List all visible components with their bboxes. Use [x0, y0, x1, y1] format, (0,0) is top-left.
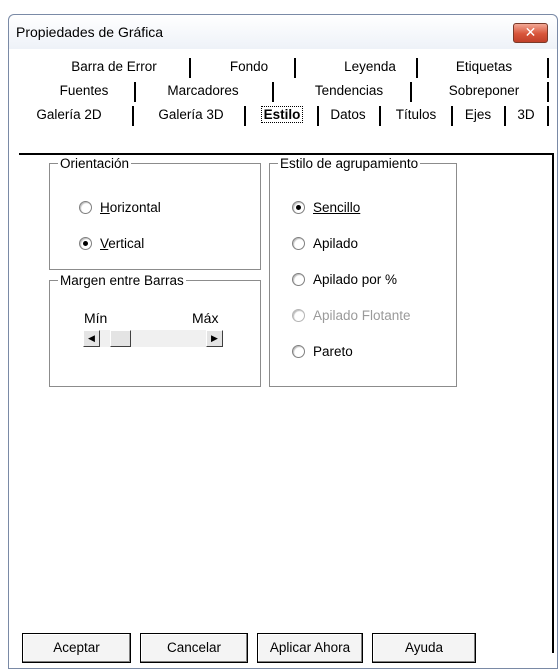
radio-sencillo[interactable]: Sencillo [292, 198, 360, 216]
max-label: Máx [192, 310, 219, 326]
radio-dot [79, 200, 92, 214]
scroll-thumb[interactable] [110, 330, 131, 347]
radio-sencillo-label: Sencillo [313, 199, 361, 215]
scroll-left-button[interactable]: ◀ [83, 330, 100, 347]
min-label: Mín [84, 310, 108, 326]
arrow-right-icon: ▶ [211, 333, 218, 343]
radio-dot [292, 272, 305, 286]
window-title: Propiedades de Gráfica [16, 24, 164, 40]
tab-row-3: Galería 2D Galería 3D Estilo Datos Títul… [19, 104, 549, 126]
tab-leyenda[interactable]: Leyenda [315, 56, 425, 78]
tab-3d[interactable]: 3D [509, 104, 543, 126]
tab-titulos[interactable]: Títulos [383, 104, 449, 126]
radio-dot [292, 308, 305, 322]
orientacion-group: Orientación Horizontal Vertical [49, 156, 261, 270]
radio-horizontal[interactable]: Horizontal [79, 198, 161, 216]
tab-estilo-label: Estilo [260, 106, 304, 123]
radio-dot [292, 236, 305, 250]
orientacion-legend: Orientación [60, 156, 130, 171]
label-rest: ertical [108, 235, 145, 251]
radio-apilado-por-ciento[interactable]: Apilado por % [292, 270, 397, 288]
tab-separator [547, 106, 549, 126]
close-button[interactable]: ✕ [513, 23, 548, 43]
margen-group: Margen entre Barras Mín Máx ◀ ▶ [49, 273, 261, 387]
tab-row-2: Fuentes Marcadores Tendencias Sobreponer [19, 80, 549, 102]
radio-apilado-flotante: Apilado Flotante [292, 306, 411, 324]
tab-separator [317, 106, 319, 126]
tab-separator [379, 106, 381, 126]
tab-separator [189, 58, 191, 78]
arrow-left-icon: ◀ [88, 333, 95, 343]
agrupamiento-group: Estilo de agrupamiento Sencillo Apilado … [269, 156, 457, 387]
tab-estilo[interactable]: Estilo [249, 104, 315, 126]
dialog-window: Propiedades de Gráfica ✕ Barra de Error … [8, 14, 558, 669]
tab-datos[interactable]: Datos [320, 104, 376, 126]
ayuda-button[interactable]: Ayuda [372, 633, 476, 663]
dialog-client: Barra de Error Fondo Leyenda Etiquetas F… [9, 49, 557, 668]
radio-dot-checked [292, 200, 305, 214]
tab-row-1: Barra de Error Fondo Leyenda Etiquetas [19, 56, 549, 78]
tab-barra-de-error[interactable]: Barra de Error [57, 56, 171, 78]
radio-dot [292, 344, 305, 358]
radio-pareto-label: Pareto [313, 343, 353, 359]
tab-etiquetas[interactable]: Etiquetas [434, 56, 534, 78]
tab-fuentes[interactable]: Fuentes [42, 80, 126, 102]
tab-separator [547, 58, 549, 78]
tab-ejes[interactable]: Ejes [455, 104, 501, 126]
radio-apilado-label: Apilado [313, 235, 359, 251]
tab-marcadores[interactable]: Marcadores [147, 80, 259, 102]
tab-separator [132, 106, 134, 126]
margen-scrollbar[interactable]: ◀ ▶ [83, 330, 223, 347]
close-icon: ✕ [524, 25, 537, 41]
radio-pareto[interactable]: Pareto [292, 342, 353, 360]
radio-dot-checked [79, 236, 92, 250]
agrupamiento-legend: Estilo de agrupamiento [280, 156, 419, 171]
aceptar-button[interactable]: Aceptar [22, 633, 131, 663]
label-rest: orizontal [109, 199, 161, 215]
cancelar-button[interactable]: Cancelar [140, 633, 248, 663]
tab-separator [410, 82, 412, 102]
margen-legend: Margen entre Barras [60, 273, 184, 288]
tab-separator [416, 58, 418, 78]
tab-galeria-3d[interactable]: Galería 3D [141, 104, 241, 126]
aplicar-ahora-button[interactable]: Aplicar Ahora [257, 633, 363, 663]
tab-separator [244, 106, 246, 126]
tab-sobreponer[interactable]: Sobreponer [429, 80, 539, 102]
radio-vertical-label: Vertical [100, 235, 145, 251]
scroll-right-button[interactable]: ▶ [206, 330, 223, 347]
tab-tendencias[interactable]: Tendencias [294, 80, 404, 102]
title-bar[interactable]: Propiedades de Gráfica ✕ [9, 15, 557, 49]
tab-separator [451, 106, 453, 126]
radio-apilado-flotante-label: Apilado Flotante [313, 307, 411, 323]
tab-separator [547, 82, 549, 102]
tab-separator [272, 82, 274, 102]
radio-apilado-por-ciento-label: Apilado por % [313, 271, 398, 287]
tab-separator [134, 82, 136, 102]
radio-vertical[interactable]: Vertical [79, 234, 144, 252]
radio-horizontal-label: Horizontal [100, 199, 161, 215]
tab-separator [504, 106, 506, 126]
tab-fondo[interactable]: Fondo [214, 56, 284, 78]
tab-galeria-2d[interactable]: Galería 2D [19, 104, 119, 126]
radio-apilado[interactable]: Apilado [292, 234, 358, 252]
tab-separator [294, 58, 296, 78]
